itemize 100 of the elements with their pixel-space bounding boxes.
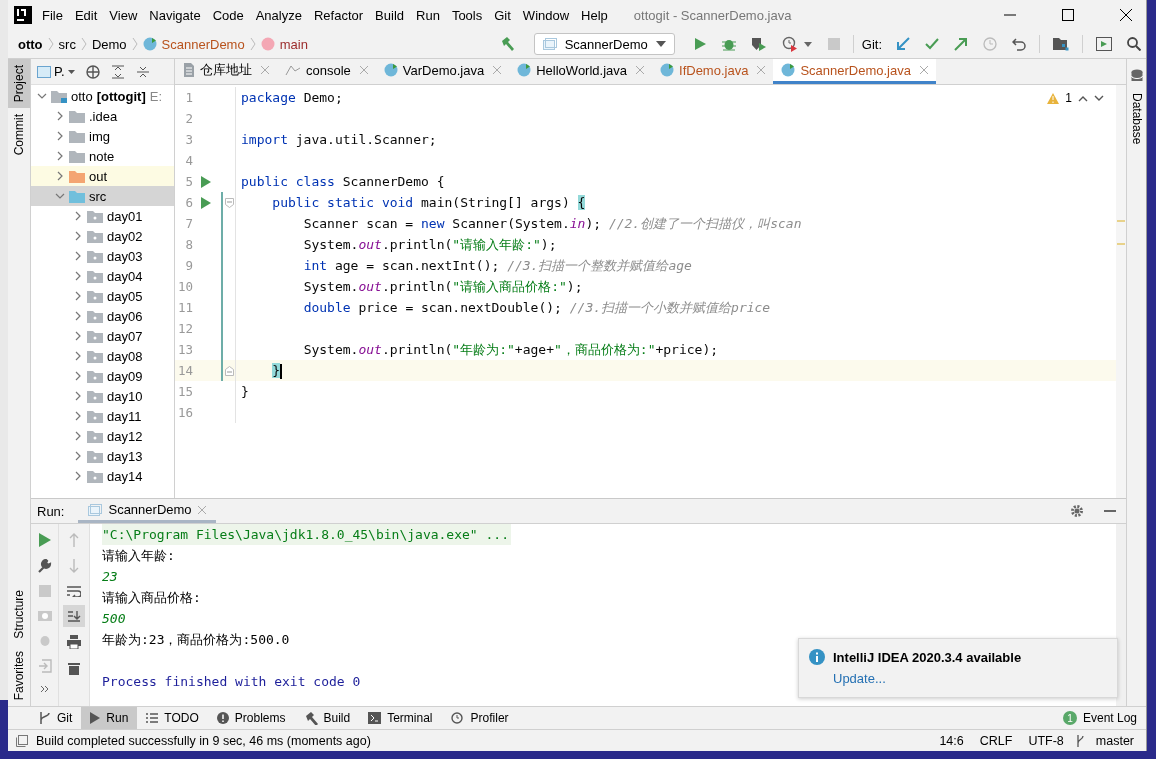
chevron-right-icon[interactable] (73, 331, 83, 341)
database-icon[interactable] (1130, 69, 1143, 83)
caret-position[interactable]: 14:6 (939, 733, 964, 748)
expand-icon[interactable] (110, 64, 125, 79)
menu-item[interactable]: Refactor (313, 7, 364, 23)
arrow-icon[interactable] (954, 37, 968, 51)
editor-tab[interactable]: console (277, 59, 376, 84)
shield-icon[interactable] (750, 36, 767, 52)
editor-tab[interactable]: 仓库地址 (175, 59, 277, 84)
run-icon[interactable] (692, 37, 707, 51)
run-icon[interactable] (38, 533, 51, 547)
warning-count[interactable]: 1 (1065, 91, 1072, 105)
event-log-button[interactable]: 1 Event Log (1053, 707, 1146, 729)
tree-item[interactable]: day04 (31, 266, 174, 286)
menu-item[interactable]: Code (212, 7, 244, 23)
chevron-right-icon[interactable] (73, 351, 83, 361)
tree-item[interactable]: day07 (31, 326, 174, 346)
chevron-right-icon[interactable] (73, 451, 83, 461)
tree-item[interactable]: day12 (31, 426, 174, 446)
tree-item[interactable]: out (31, 166, 174, 186)
chevron-right-icon[interactable] (73, 211, 83, 221)
run-configuration-dropdown[interactable]: ScannerDemo (533, 33, 675, 55)
menu-item[interactable]: Run (416, 7, 440, 23)
tree-item[interactable]: otto [ottogit] E: (31, 86, 174, 106)
menu-item[interactable]: Analyze (255, 7, 302, 23)
chevron-right-icon[interactable] (73, 391, 83, 401)
editor-tab[interactable]: HelloWorld.java (509, 59, 652, 84)
chevron-right-icon[interactable] (55, 151, 65, 161)
caret-icon[interactable] (803, 41, 812, 47)
breadcrumb-item[interactable]: ScannerDemo (161, 36, 245, 52)
menu-item[interactable]: Help (581, 7, 608, 23)
breadcrumb-item[interactable]: main (279, 36, 308, 52)
undo-icon[interactable] (1012, 37, 1026, 51)
tree-item[interactable]: day14 (31, 466, 174, 486)
chevron-right-icon[interactable] (73, 411, 83, 421)
settings-icon[interactable] (1070, 504, 1084, 518)
tree-item[interactable]: day09 (31, 366, 174, 386)
tree-item[interactable]: .idea (31, 106, 174, 126)
breadcrumb-item[interactable]: otto (18, 36, 43, 52)
tool-window-button[interactable]: Problems (207, 707, 295, 729)
clock-icon[interactable] (781, 36, 798, 52)
arrow-icon[interactable] (896, 37, 910, 51)
tree-item[interactable]: day08 (31, 346, 174, 366)
tool-window-button[interactable]: TODO (137, 707, 208, 729)
tool-window-tab[interactable]: Project (8, 59, 30, 109)
git-branch[interactable]: master (1095, 733, 1134, 748)
caret-icon[interactable] (67, 69, 75, 74)
chevron-right-icon[interactable] (55, 171, 65, 181)
menu-item[interactable]: Git (494, 7, 511, 23)
tool-window-button[interactable]: Run (81, 707, 138, 729)
chevron-down-icon[interactable] (55, 191, 65, 201)
chevron-right-icon[interactable] (73, 371, 83, 381)
tree-item[interactable]: img (31, 126, 174, 146)
chevron-right-icon[interactable] (73, 431, 83, 441)
tool-window-tab[interactable]: Commit (8, 108, 30, 162)
update-link[interactable]: Update... (833, 671, 886, 686)
trash-icon[interactable] (68, 661, 80, 675)
menu-item[interactable]: File (42, 7, 63, 23)
arrow-down-icon[interactable] (1094, 94, 1104, 102)
wrench-icon[interactable] (37, 559, 52, 573)
square-icon[interactable] (16, 734, 28, 747)
file-encoding[interactable]: UTF-8 (1028, 733, 1064, 748)
editor-tab[interactable]: VarDemo.java (375, 59, 510, 84)
menu-item[interactable]: View (109, 7, 138, 23)
menu-item[interactable]: Build (375, 7, 404, 23)
printer-icon[interactable] (67, 635, 81, 649)
menu-item[interactable]: Edit (74, 7, 98, 23)
chevron-right-icon[interactable] (73, 251, 83, 261)
tree-item[interactable]: day05 (31, 286, 174, 306)
breadcrumb-item[interactable]: Demo (91, 36, 127, 52)
tool-window-button[interactable]: Git (30, 707, 82, 729)
tree-item[interactable]: day02 (31, 226, 174, 246)
tool-window-button[interactable]: Terminal (359, 707, 442, 729)
collapse-icon[interactable] (135, 64, 150, 79)
chevron-right-icon[interactable] (73, 291, 83, 301)
maximize-icon[interactable] (1062, 9, 1074, 21)
panel-title[interactable]: P. (54, 64, 65, 79)
tree-item[interactable]: note (31, 146, 174, 166)
wrap-icon[interactable] (67, 585, 81, 597)
tree-item[interactable]: src (31, 186, 174, 206)
tree-item[interactable]: day06 (31, 306, 174, 326)
menu-item[interactable]: Window (522, 7, 570, 23)
menu-item[interactable]: Tools (451, 7, 483, 23)
tree-item[interactable]: day01 (31, 206, 174, 226)
more-icon[interactable] (39, 685, 50, 693)
tool-window-button[interactable]: Build (294, 707, 360, 729)
chevron-right-icon[interactable] (55, 131, 65, 141)
crosshair-icon[interactable] (85, 64, 100, 79)
menu-item[interactable]: Navigate (149, 7, 201, 23)
hammer-icon[interactable] (499, 36, 516, 52)
run-icon[interactable] (201, 196, 211, 209)
chevron-right-icon[interactable] (73, 311, 83, 321)
screen-icon[interactable] (1096, 37, 1112, 51)
chevron-down-icon[interactable] (37, 91, 47, 101)
folder-icon[interactable] (1053, 37, 1069, 51)
tree-item[interactable]: day13 (31, 446, 174, 466)
tool-window-tab[interactable]: Favorites (8, 644, 30, 706)
check-icon[interactable] (925, 37, 939, 51)
tree-item[interactable]: day11 (31, 406, 174, 426)
editor-tab[interactable]: ScannerDemo.java (773, 59, 936, 84)
